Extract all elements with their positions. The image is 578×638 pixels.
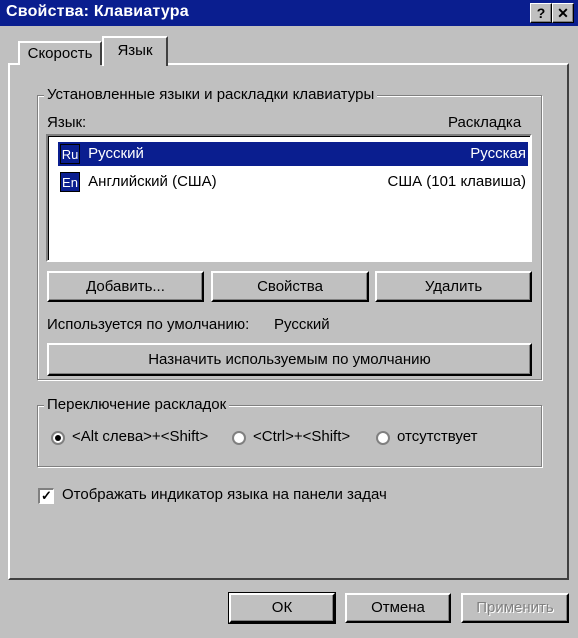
list-item[interactable]: Ru Русский Русская [58,142,528,166]
radio-none[interactable] [376,431,390,445]
languages-listbox[interactable]: Ru Русский Русская En Английский (США) С… [46,134,532,262]
ok-button[interactable]: ОК [228,592,336,624]
show-indicator-checkbox[interactable]: ✓ [38,488,54,504]
tab-language[interactable]: Язык [102,36,168,66]
switch-layouts-legend: Переключение раскладок [44,396,230,413]
apply-button[interactable]: Применить [461,593,569,623]
add-button[interactable]: Добавить... [47,271,204,302]
radio-ctrl-shift-label[interactable]: <Ctrl>+<Shift> [253,428,350,445]
radio-selected-dot [55,435,61,441]
radio-alt-shift[interactable] [51,431,65,445]
default-language-label: Используется по умолчанию: [47,316,250,333]
window-title: Свойства: Клавиатура [6,3,189,20]
column-header-language: Язык: [47,114,87,131]
help-button[interactable]: ? [530,3,552,23]
set-default-button[interactable]: Назначить используемым по умолчанию [47,343,532,376]
list-item-language: Английский (США) [88,173,217,190]
radio-alt-shift-label[interactable]: <Alt слева>+<Shift> [72,428,208,445]
tab-speed[interactable]: Скорость [18,41,102,65]
column-header-layout: Раскладка [448,114,522,131]
list-item-language: Русский [88,145,144,162]
cancel-button[interactable]: Отмена [345,593,451,623]
default-language-value: Русский [274,316,330,333]
radio-ctrl-shift[interactable] [232,431,246,445]
properties-button[interactable]: Свойства [211,271,369,302]
radio-none-label[interactable]: отсутствует [397,428,477,445]
close-button[interactable]: ✕ [552,3,574,23]
delete-button[interactable]: Удалить [375,271,532,302]
list-item-layout: Русская [470,145,526,162]
en-flag-icon: En [60,172,80,192]
ru-flag-icon: Ru [60,144,80,164]
installed-languages-legend: Установленные языки и раскладки клавиату… [44,86,378,103]
show-indicator-label[interactable]: Отображать индикатор языка на панели зад… [62,486,387,503]
list-item[interactable]: En Английский (США) США (101 клавиша) [58,170,528,194]
list-item-layout: США (101 клавиша) [387,173,527,190]
